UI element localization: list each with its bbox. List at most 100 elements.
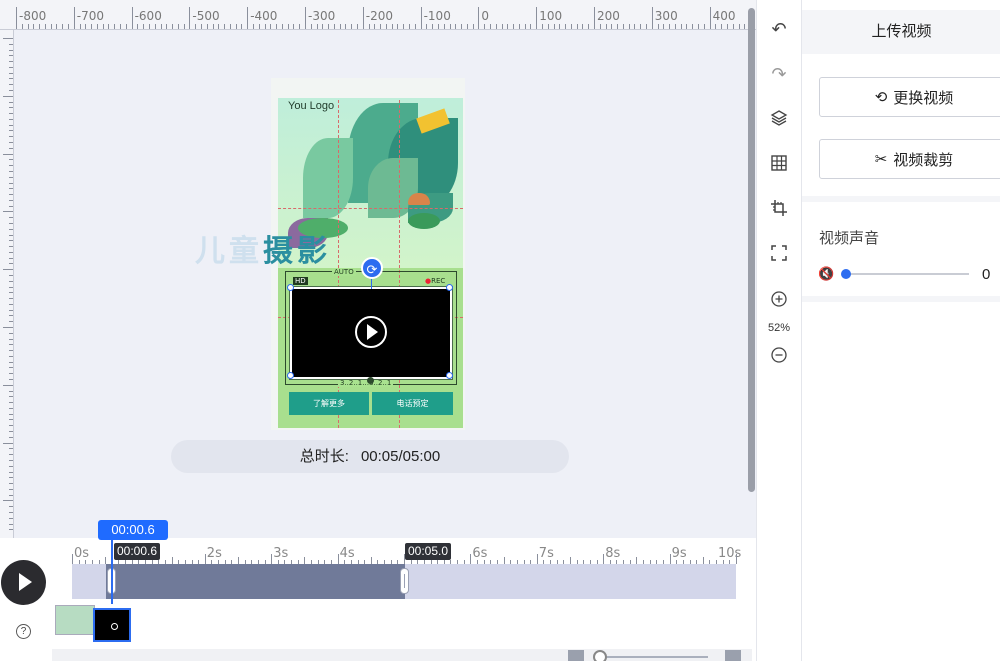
help-icon[interactable]: ? bbox=[16, 624, 31, 639]
playhead[interactable] bbox=[111, 538, 113, 604]
ruler-minor-tick bbox=[50, 24, 52, 29]
timeline-zoom-in-icon[interactable] bbox=[725, 650, 741, 661]
ruler-minor-tick bbox=[9, 78, 13, 80]
ruler-minor-tick bbox=[125, 24, 127, 29]
resize-handle[interactable] bbox=[367, 377, 374, 384]
timeline-zoom-slider[interactable] bbox=[600, 656, 708, 658]
timeline-scrollbar[interactable] bbox=[52, 649, 752, 661]
ruler-label: 400 bbox=[712, 9, 736, 23]
zoom-in-icon[interactable] bbox=[757, 284, 801, 314]
timeline-tick bbox=[570, 557, 571, 564]
ruler-minor-tick bbox=[692, 24, 694, 29]
mute-icon[interactable]: 🔇 bbox=[818, 266, 834, 282]
ruler-minor-tick bbox=[9, 407, 13, 409]
ruler-minor-tick bbox=[33, 24, 35, 29]
title-light-part: 儿童 bbox=[195, 235, 263, 268]
ruler-minor-tick bbox=[9, 55, 13, 57]
ruler-minor-tick bbox=[9, 130, 13, 132]
ruler-minor-tick bbox=[79, 24, 81, 29]
ruler-minor-tick bbox=[9, 84, 13, 86]
ruler-major-tick bbox=[420, 7, 422, 29]
ruler-minor-tick bbox=[9, 373, 13, 375]
ruler-minor-tick bbox=[9, 529, 13, 531]
ruler-minor-tick bbox=[264, 24, 266, 29]
ruler-minor-tick bbox=[148, 24, 150, 29]
poster-learn-more-button[interactable]: 了解更多 bbox=[289, 392, 369, 415]
trim-video-button[interactable]: ✂ 视频裁剪 bbox=[819, 139, 1000, 179]
ruler-minor-tick bbox=[137, 24, 139, 29]
ruler-minor-tick bbox=[258, 24, 260, 29]
ruler-minor-tick bbox=[9, 274, 13, 276]
resize-handle[interactable] bbox=[446, 284, 453, 291]
ruler-major-tick bbox=[16, 7, 17, 29]
ruler-minor-tick bbox=[9, 350, 13, 352]
panel-divider bbox=[802, 296, 1000, 302]
poster-call-button[interactable]: 电话预定 bbox=[372, 392, 453, 415]
timeline-tick-label: 9s bbox=[671, 546, 687, 561]
ruler-minor-tick bbox=[224, 24, 226, 29]
redo-icon[interactable]: ↷ bbox=[757, 59, 801, 89]
ruler-minor-tick bbox=[385, 24, 387, 29]
ruler-minor-tick bbox=[287, 24, 289, 29]
ruler-minor-tick bbox=[449, 24, 451, 29]
ruler-minor-tick bbox=[599, 24, 601, 29]
leaf-decoration bbox=[303, 138, 353, 218]
resize-handle[interactable] bbox=[287, 284, 294, 291]
ruler-label: 0 bbox=[481, 9, 490, 23]
layers-icon[interactable] bbox=[757, 103, 801, 133]
ruler-minor-tick bbox=[9, 199, 13, 201]
canvas-scrollbar[interactable] bbox=[748, 8, 755, 492]
timeline-zoom-out-icon[interactable] bbox=[568, 650, 584, 661]
ruler-minor-tick bbox=[9, 292, 13, 294]
grid-icon[interactable] bbox=[757, 148, 801, 178]
timeline-tick bbox=[337, 554, 339, 564]
layer-thumbnail[interactable] bbox=[55, 605, 95, 635]
ruler-minor-tick bbox=[640, 24, 642, 29]
video-layer-thumbnail[interactable] bbox=[93, 608, 131, 642]
volume-slider-knob[interactable] bbox=[841, 269, 851, 279]
fullscreen-icon[interactable] bbox=[757, 238, 801, 268]
poster-title-watermark[interactable]: 儿童摄影 bbox=[195, 226, 331, 270]
ruler-minor-tick bbox=[622, 24, 624, 29]
ruler-minor-tick bbox=[374, 24, 376, 29]
ruler-label: -100 bbox=[423, 9, 451, 23]
ruler-minor-tick bbox=[9, 170, 13, 172]
ruler-minor-tick bbox=[299, 24, 301, 29]
timeline-selection[interactable] bbox=[106, 564, 405, 599]
ruler-minor-tick bbox=[437, 24, 439, 29]
trim-end-handle[interactable] bbox=[400, 568, 409, 594]
replace-video-button[interactable]: ⟲ 更换视频 bbox=[819, 77, 1000, 117]
video-sound-label: 视频声音 bbox=[819, 230, 880, 247]
poster-logo-text[interactable]: You Logo bbox=[288, 100, 334, 112]
ruler-minor-tick bbox=[9, 194, 13, 196]
ruler-minor-tick bbox=[9, 431, 13, 433]
crop-icon[interactable] bbox=[757, 193, 801, 223]
play-button[interactable] bbox=[1, 560, 46, 605]
timeline-zoom-knob[interactable] bbox=[593, 650, 607, 661]
rotate-connector bbox=[371, 279, 372, 289]
resize-handle[interactable] bbox=[446, 372, 453, 379]
playhead-time[interactable]: 00:00.6 bbox=[98, 520, 168, 540]
zoom-out-icon[interactable] bbox=[757, 340, 801, 370]
ruler-major-tick bbox=[362, 7, 364, 29]
undo-icon[interactable]: ↶ bbox=[757, 14, 801, 44]
rotate-icon[interactable]: ⟳ bbox=[361, 257, 383, 279]
ruler-minor-tick bbox=[9, 338, 13, 340]
timeline-ruler[interactable]: 0s1s2s3s4s5s6s7s8s9s10s bbox=[70, 538, 741, 564]
ruler-minor-tick bbox=[102, 24, 104, 29]
ruler-minor-tick bbox=[9, 217, 13, 219]
panel-divider bbox=[802, 196, 1000, 202]
timeline-tick bbox=[271, 554, 273, 564]
ruler-minor-tick bbox=[206, 24, 208, 29]
ruler-minor-tick bbox=[414, 24, 416, 29]
ruler-minor-tick bbox=[143, 24, 145, 29]
ruler-minor-tick bbox=[9, 355, 13, 357]
ruler-minor-tick bbox=[489, 24, 491, 29]
resize-handle[interactable] bbox=[287, 372, 294, 379]
volume-value: 0 bbox=[982, 266, 991, 283]
ruler-minor-tick bbox=[241, 24, 243, 29]
ruler-minor-tick bbox=[495, 24, 497, 29]
volume-slider-track[interactable] bbox=[845, 273, 969, 275]
ruler-minor-tick bbox=[9, 234, 13, 236]
timeline-tick bbox=[603, 554, 605, 564]
